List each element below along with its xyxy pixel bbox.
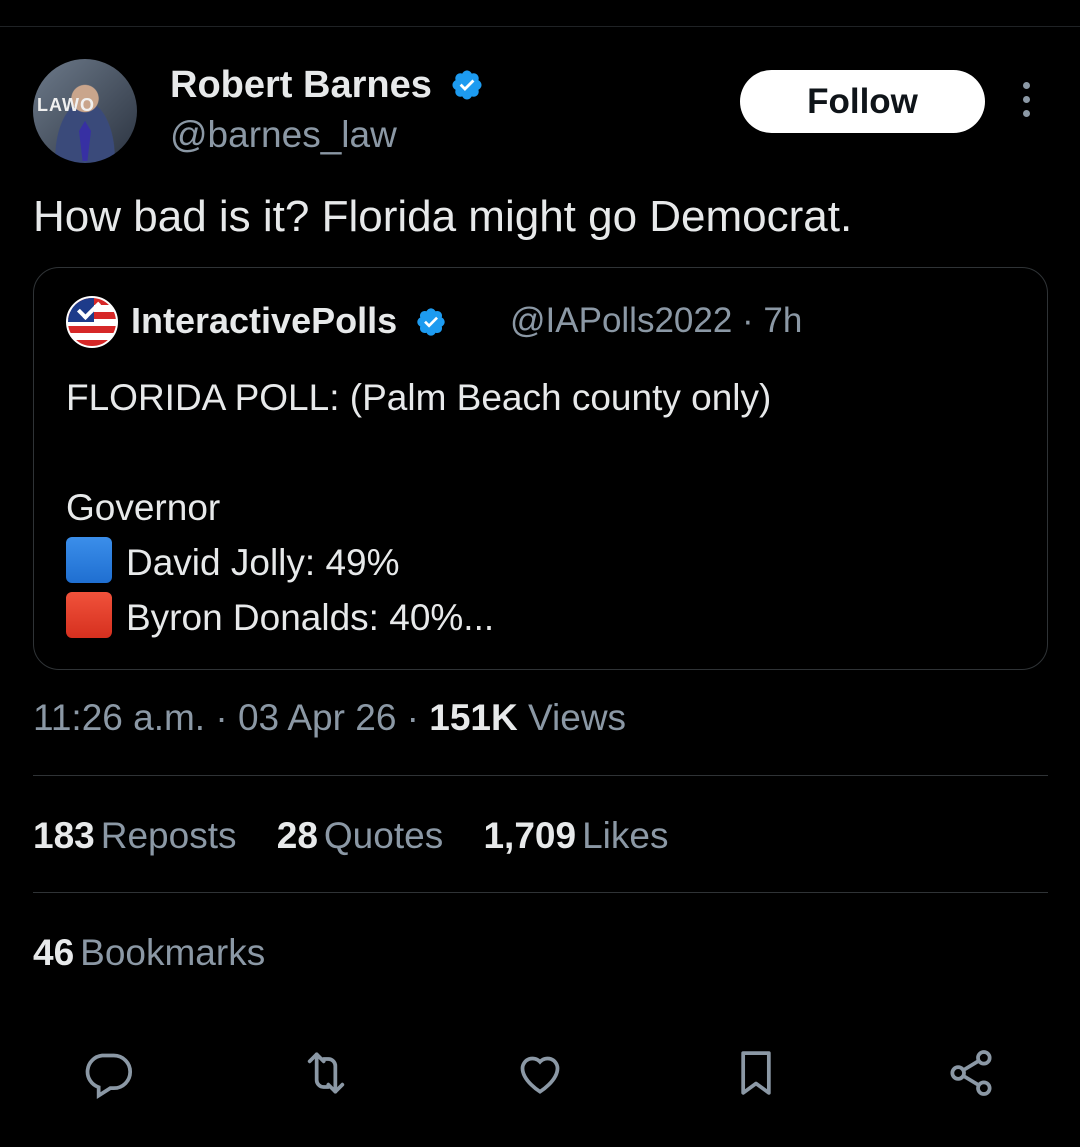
tweet-time[interactable]: 11:26 a.m.	[33, 697, 205, 738]
verified-badge-icon	[417, 308, 445, 336]
quoted-tweet[interactable]: InteractivePolls @IAPolls2022 · 7h FLORI…	[33, 267, 1048, 670]
quoted-handle-time: @IAPolls2022 · 7h	[510, 301, 803, 340]
likes-count: 1,709	[483, 815, 577, 856]
quotes-label: Quotes	[323, 815, 444, 856]
red-square-icon	[66, 592, 112, 638]
quoted-author-name-text: InteractivePolls	[131, 300, 398, 341]
quoted-line-1: FLORIDA POLL: (Palm Beach county only)	[66, 377, 772, 418]
likes-stat[interactable]: 1,709 Likes	[483, 815, 668, 857]
blue-square-icon	[66, 537, 112, 583]
quoted-line-3: David Jolly: 49%	[66, 535, 771, 590]
reply-icon[interactable]	[80, 1045, 136, 1101]
quotes-stat[interactable]: 28 Quotes	[277, 815, 443, 857]
engagement-stats: 183 Reposts 28 Quotes 1,709 Likes	[33, 815, 698, 857]
quoted-line-4-text: Byron Donalds: 40%...	[126, 597, 495, 638]
quoted-line-2: Governor	[66, 487, 221, 528]
author-avatar[interactable]: LAWO	[33, 59, 137, 163]
quoted-avatar	[66, 296, 118, 348]
bookmark-icon[interactable]	[728, 1045, 784, 1101]
heart-icon[interactable]	[512, 1045, 568, 1101]
views-label: Views	[528, 697, 627, 738]
likes-label: Likes	[582, 815, 669, 856]
repost-icon[interactable]	[298, 1045, 354, 1101]
author-name-text: Robert Barnes	[170, 64, 432, 106]
quoted-body: FLORIDA POLL: (Palm Beach county only) G…	[66, 370, 771, 645]
author-handle[interactable]: @barnes_law	[170, 114, 397, 156]
verified-badge-icon	[452, 70, 482, 100]
divider	[33, 775, 1048, 776]
reposts-count: 183	[33, 815, 95, 856]
more-options-icon[interactable]	[1018, 82, 1034, 122]
action-bar	[0, 1045, 1080, 1101]
quoted-blank-line	[66, 425, 771, 480]
tweet-date[interactable]: 03 Apr 26	[238, 697, 396, 738]
bookmarks-label: Bookmarks	[80, 932, 266, 973]
tweet-text: How bad is it? Florida might go Democrat…	[33, 192, 853, 241]
quoted-line-3-text: David Jolly: 49%	[126, 542, 400, 583]
views-count: 151K	[429, 697, 518, 738]
reposts-stat[interactable]: 183 Reposts	[33, 815, 236, 857]
follow-button[interactable]: Follow	[740, 70, 985, 133]
author-name[interactable]: Robert Barnes	[170, 64, 484, 107]
avatar-logo-text: LAWO	[37, 95, 95, 115]
top-divider	[0, 26, 1080, 27]
quotes-count: 28	[276, 815, 318, 856]
share-icon[interactable]	[943, 1045, 999, 1101]
tweet-meta: 11:26 a.m. · 03 Apr 26 · 151K Views	[33, 697, 627, 738]
avatar-tie	[79, 121, 91, 161]
bookmarks-stat[interactable]: 46 Bookmarks	[33, 932, 265, 974]
bookmarks-count: 46	[33, 932, 75, 973]
quoted-line-4: Byron Donalds: 40%...	[66, 590, 771, 645]
reposts-label: Reposts	[100, 815, 237, 856]
quoted-author-name: InteractivePolls	[131, 300, 447, 342]
divider	[33, 892, 1048, 893]
